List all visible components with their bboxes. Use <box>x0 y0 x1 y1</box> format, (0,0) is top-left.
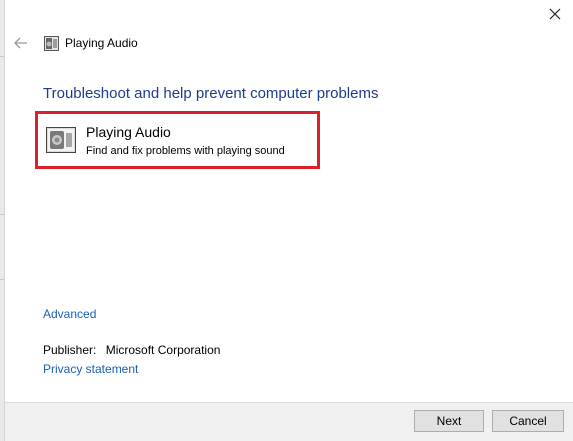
back-button[interactable] <box>13 35 29 51</box>
playing-audio-small-icon <box>44 35 59 51</box>
close-icon[interactable] <box>549 8 561 20</box>
privacy-statement-link[interactable]: Privacy statement <box>43 362 138 376</box>
page-heading: Troubleshoot and help prevent computer p… <box>43 85 379 102</box>
troubleshooter-window: Playing Audio Troubleshoot and help prev… <box>4 0 573 441</box>
close-button[interactable] <box>542 2 568 26</box>
window-title: Playing Audio <box>65 36 138 50</box>
next-button[interactable]: Next <box>414 410 484 432</box>
troubleshooter-item-playing-audio[interactable]: Playing Audio Find and fix problems with… <box>35 111 320 169</box>
publisher-value: Microsoft Corporation <box>105 343 221 357</box>
publisher-label: Publisher: <box>43 343 97 357</box>
speaker-icon <box>46 127 76 153</box>
troubleshooter-title: Playing Audio <box>86 124 171 140</box>
publisher-info: Publisher: Microsoft Corporation <box>43 343 220 357</box>
troubleshooter-description: Find and fix problems with playing sound <box>86 145 285 157</box>
cancel-button[interactable]: Cancel <box>492 410 564 432</box>
wizard-titlebar: Playing Audio <box>13 33 138 53</box>
back-arrow-icon[interactable] <box>14 37 28 49</box>
button-bar: Next Cancel <box>5 402 573 441</box>
advanced-link[interactable]: Advanced <box>43 307 96 321</box>
